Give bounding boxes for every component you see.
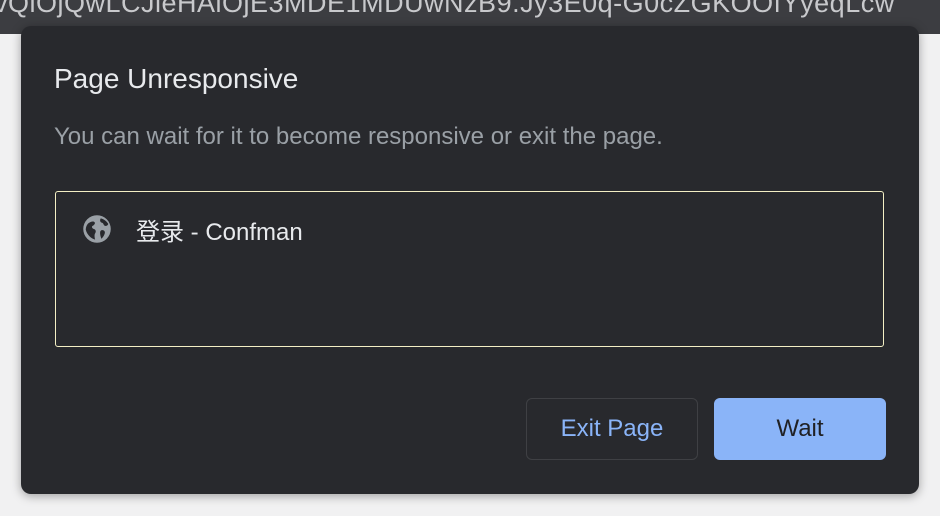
dialog-message: You can wait for it to become responsive… — [54, 123, 663, 150]
wait-button[interactable]: Wait — [714, 398, 886, 460]
unresponsive-tab-list[interactable]: 登录 - Confman — [55, 191, 884, 347]
globe-icon — [83, 215, 111, 243]
tab-title: 登录 - Confman — [136, 219, 303, 246]
background-url-text: vQlOjQwLCJleHAiOjE3MDE1MDUwNzB9.Jy3E0q-G… — [0, 0, 895, 18]
dialog-title: Page Unresponsive — [54, 63, 299, 94]
exit-page-button[interactable]: Exit Page — [526, 398, 698, 460]
page-unresponsive-dialog: Page Unresponsive You can wait for it to… — [21, 26, 919, 494]
list-item[interactable]: 登录 - Confman — [56, 192, 883, 258]
